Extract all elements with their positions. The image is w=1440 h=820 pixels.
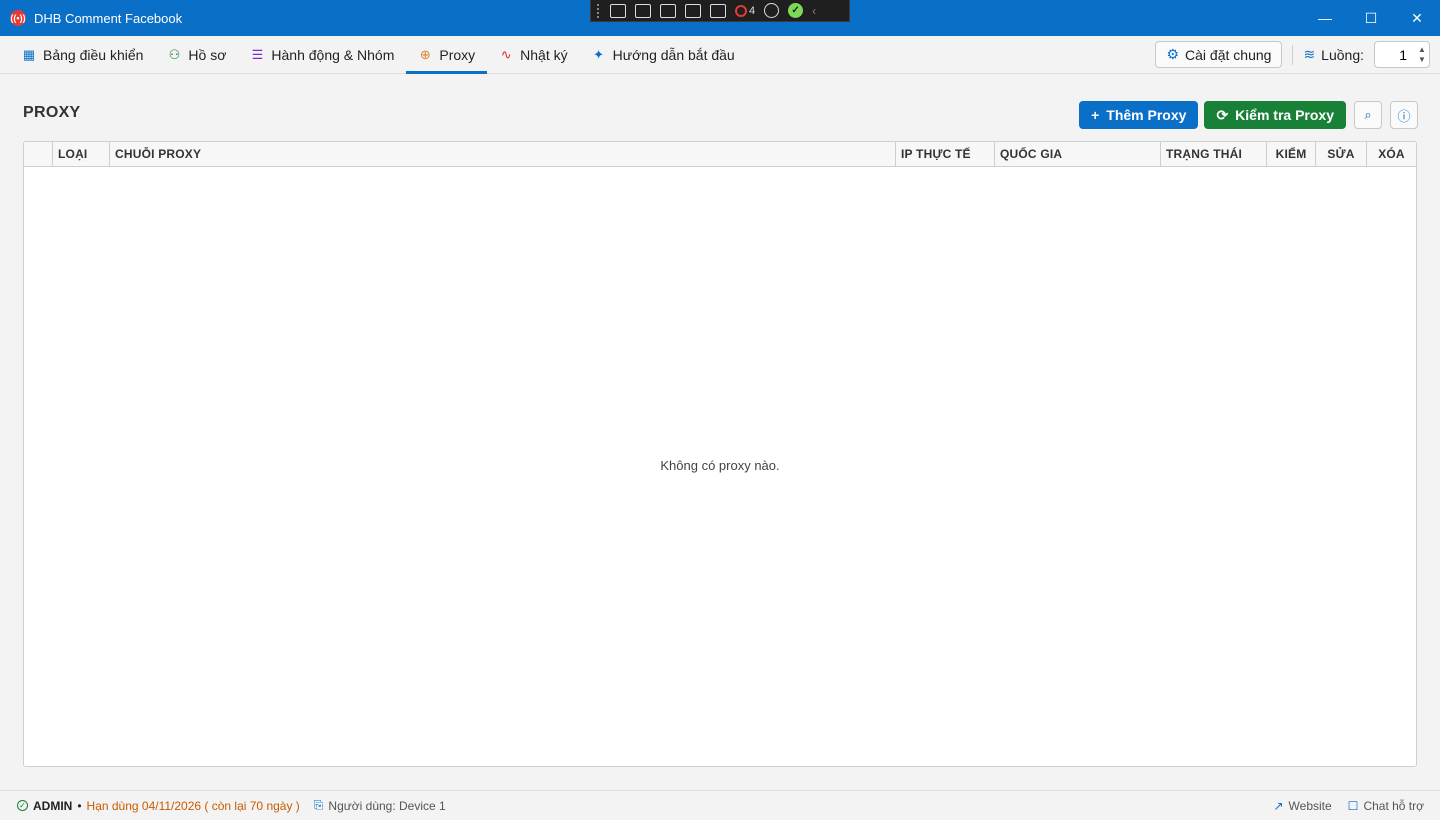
user-label: Người dùng: Device 1	[328, 798, 446, 813]
bullet-separator: •	[77, 798, 82, 813]
threads-stepper[interactable]: ▲ ▼	[1374, 41, 1430, 68]
expiry-label: Hạn dùng 04/11/2026 ( còn lại 70 ngày )	[86, 798, 300, 813]
layers-icon: ≋	[1303, 46, 1316, 62]
license-info: ✓ ADMIN • Hạn dùng 04/11/2026 ( còn lại …	[17, 799, 300, 813]
record-icon	[735, 4, 747, 17]
activity-icon: ∿	[500, 46, 512, 62]
info-icon: ⓘ	[1397, 108, 1411, 124]
select-element-icon[interactable]	[660, 3, 676, 18]
general-settings-label: Cài đặt chung	[1185, 46, 1272, 63]
gear-icon: ⚙	[1166, 46, 1180, 62]
maximize-button[interactable]: ☐	[1348, 0, 1394, 36]
debug-toolbar: 4 ✓ ‹	[590, 0, 850, 22]
column-header-edit[interactable]: SỬA	[1316, 142, 1367, 166]
column-header-select[interactable]	[24, 142, 53, 166]
check-proxy-button[interactable]: ⟳ Kiểm tra Proxy	[1204, 101, 1346, 129]
checklist-icon: ☰	[251, 46, 264, 62]
check-proxy-label: Kiểm tra Proxy	[1235, 107, 1334, 123]
column-header-proxy-string[interactable]: CHUỖI PROXY	[110, 142, 896, 166]
column-header-status[interactable]: TRẠNG THÁI	[1161, 142, 1267, 166]
tab-logs[interactable]: ∿ Nhật ký	[487, 36, 579, 73]
divider	[1292, 44, 1294, 65]
device-icon: ⎘	[313, 798, 324, 812]
page-title: PROXY	[23, 104, 81, 121]
threads-input[interactable]	[1383, 46, 1407, 63]
tab-label: Hành động & Nhóm	[271, 46, 395, 63]
user-info: ⎘ Người dùng: Device 1	[314, 798, 446, 813]
general-settings-button[interactable]: ⚙ Cài đặt chung	[1155, 41, 1283, 68]
chat-icon: ☐	[1347, 798, 1359, 813]
camera-icon[interactable]	[635, 3, 651, 18]
sparkles-icon: ✦	[593, 46, 605, 62]
threads-label-text: Luồng:	[1321, 46, 1364, 63]
app-title: DHB Comment Facebook	[34, 10, 183, 26]
column-header-check[interactable]: KIỂM	[1267, 142, 1316, 166]
check-circle-icon: ✓	[17, 800, 28, 811]
accessibility-icon[interactable]	[764, 3, 780, 18]
hot-reload-badge[interactable]: 4	[735, 4, 756, 17]
role-label: ADMIN	[33, 798, 73, 813]
stepper-arrows[interactable]: ▲ ▼	[1415, 45, 1429, 65]
track-focus-icon[interactable]	[710, 3, 726, 18]
window-controls: — ☐ ✕	[1302, 0, 1440, 36]
search-button[interactable]: ⌕	[1354, 101, 1382, 129]
website-link[interactable]: ↗ Website	[1273, 799, 1331, 813]
column-header-real-ip[interactable]: IP THỰC TẾ	[896, 142, 995, 166]
users-icon: ⚇	[168, 46, 181, 62]
proxy-table: LOẠI CHUỖI PROXY IP THỰC TẾ QUỐC GIA TRẠ…	[23, 141, 1417, 767]
hot-reload-count: 4	[749, 4, 756, 17]
column-header-delete[interactable]: XÓA	[1367, 142, 1416, 166]
tab-dashboard[interactable]: ▦ Bảng điều khiển	[10, 36, 155, 73]
tab-label: Nhật ký	[520, 46, 568, 63]
grid-icon: ▦	[22, 46, 36, 62]
tab-profiles[interactable]: ⚇ Hồ sơ	[155, 36, 238, 73]
globe-icon: ⊕	[419, 46, 431, 62]
support-chat-link[interactable]: ☐ Chat hỗ trợ	[1348, 799, 1424, 813]
main-nav: ▦ Bảng điều khiển ⚇ Hồ sơ ☰ Hành động & …	[0, 36, 1440, 74]
status-links: ↗ Website ☐ Chat hỗ trợ	[1273, 799, 1424, 813]
nav-right-controls: ⚙ Cài đặt chung ≋ Luồng: ▲ ▼	[1155, 41, 1430, 68]
add-proxy-button[interactable]: + Thêm Proxy	[1079, 101, 1199, 129]
tab-actions-groups[interactable]: ☰ Hành động & Nhóm	[238, 36, 406, 73]
close-button[interactable]: ✕	[1394, 0, 1440, 36]
layout-adorners-icon[interactable]	[685, 3, 701, 18]
external-link-icon: ↗	[1273, 798, 1284, 813]
stepper-down-icon[interactable]: ▼	[1418, 55, 1426, 65]
status-bar: ✓ ADMIN • Hạn dùng 04/11/2026 ( còn lại …	[0, 790, 1440, 820]
search-icon: ⌕	[1364, 107, 1372, 122]
column-header-country[interactable]: QUỐC GIA	[995, 142, 1161, 166]
page-actions: + Thêm Proxy ⟳ Kiểm tra Proxy ⌕ ⓘ	[1079, 101, 1418, 129]
app-logo-icon: ((•))	[10, 10, 26, 26]
collapse-toolbar-icon[interactable]: ‹	[812, 4, 816, 18]
support-chat-label: Chat hỗ trợ	[1363, 798, 1424, 813]
drag-handle-icon[interactable]	[597, 3, 601, 18]
column-header-type[interactable]: LOẠI	[53, 142, 110, 166]
plus-icon: +	[1091, 107, 1100, 123]
tab-label: Hồ sơ	[188, 46, 227, 63]
minimize-button[interactable]: —	[1302, 0, 1348, 36]
check-status-icon[interactable]: ✓	[788, 3, 804, 18]
refresh-icon: ⟳	[1216, 106, 1229, 123]
tab-getting-started[interactable]: ✦ Hướng dẫn bắt đầu	[580, 36, 747, 73]
website-label: Website	[1288, 798, 1332, 813]
table-header: LOẠI CHUỖI PROXY IP THỰC TẾ QUỐC GIA TRẠ…	[24, 142, 1416, 167]
add-proxy-label: Thêm Proxy	[1106, 107, 1187, 123]
stepper-up-icon[interactable]: ▲	[1418, 45, 1426, 55]
tab-label: Proxy	[439, 46, 476, 63]
threads-label: ≋ Luồng:	[1303, 46, 1364, 63]
info-button[interactable]: ⓘ	[1390, 101, 1418, 129]
tab-label: Hướng dẫn bắt đầu	[612, 46, 735, 63]
tab-label: Bảng điều khiển	[43, 46, 144, 63]
empty-state-message: Không có proxy nào.	[660, 458, 780, 473]
tab-proxy[interactable]: ⊕ Proxy	[406, 36, 487, 74]
live-tree-icon[interactable]	[610, 3, 626, 18]
